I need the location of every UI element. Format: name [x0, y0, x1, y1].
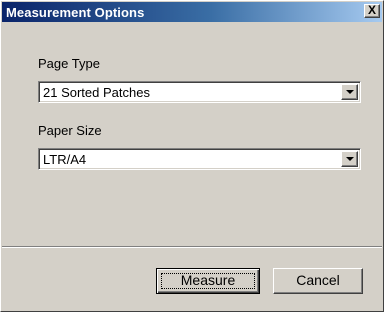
close-icon: X [367, 3, 376, 17]
paper-size-value: LTR/A4 [43, 152, 87, 167]
paper-size-label: Paper Size [38, 123, 102, 138]
measure-button[interactable]: Measure [156, 268, 260, 294]
measure-button-label: Measure [180, 272, 236, 288]
page-type-value: 21 Sorted Patches [43, 85, 150, 100]
dialog-title: Measurement Options [6, 5, 145, 20]
divider-highlight [2, 247, 382, 248]
cancel-button[interactable]: Cancel [273, 268, 363, 294]
page-type-select[interactable]: 21 Sorted Patches [38, 81, 361, 103]
chevron-down-icon [346, 90, 354, 94]
title-bar[interactable]: Measurement Options X [2, 2, 382, 22]
measurement-options-dialog: Measurement Options X Page Type 21 Sorte… [0, 0, 384, 312]
page-type-dropdown-button[interactable] [341, 84, 358, 100]
chevron-down-icon [346, 157, 354, 161]
paper-size-select[interactable]: LTR/A4 [38, 148, 361, 170]
cancel-button-label: Cancel [296, 272, 340, 288]
paper-size-dropdown-button[interactable] [341, 151, 358, 167]
page-type-label: Page Type [38, 56, 100, 71]
close-button[interactable]: X [364, 4, 380, 18]
